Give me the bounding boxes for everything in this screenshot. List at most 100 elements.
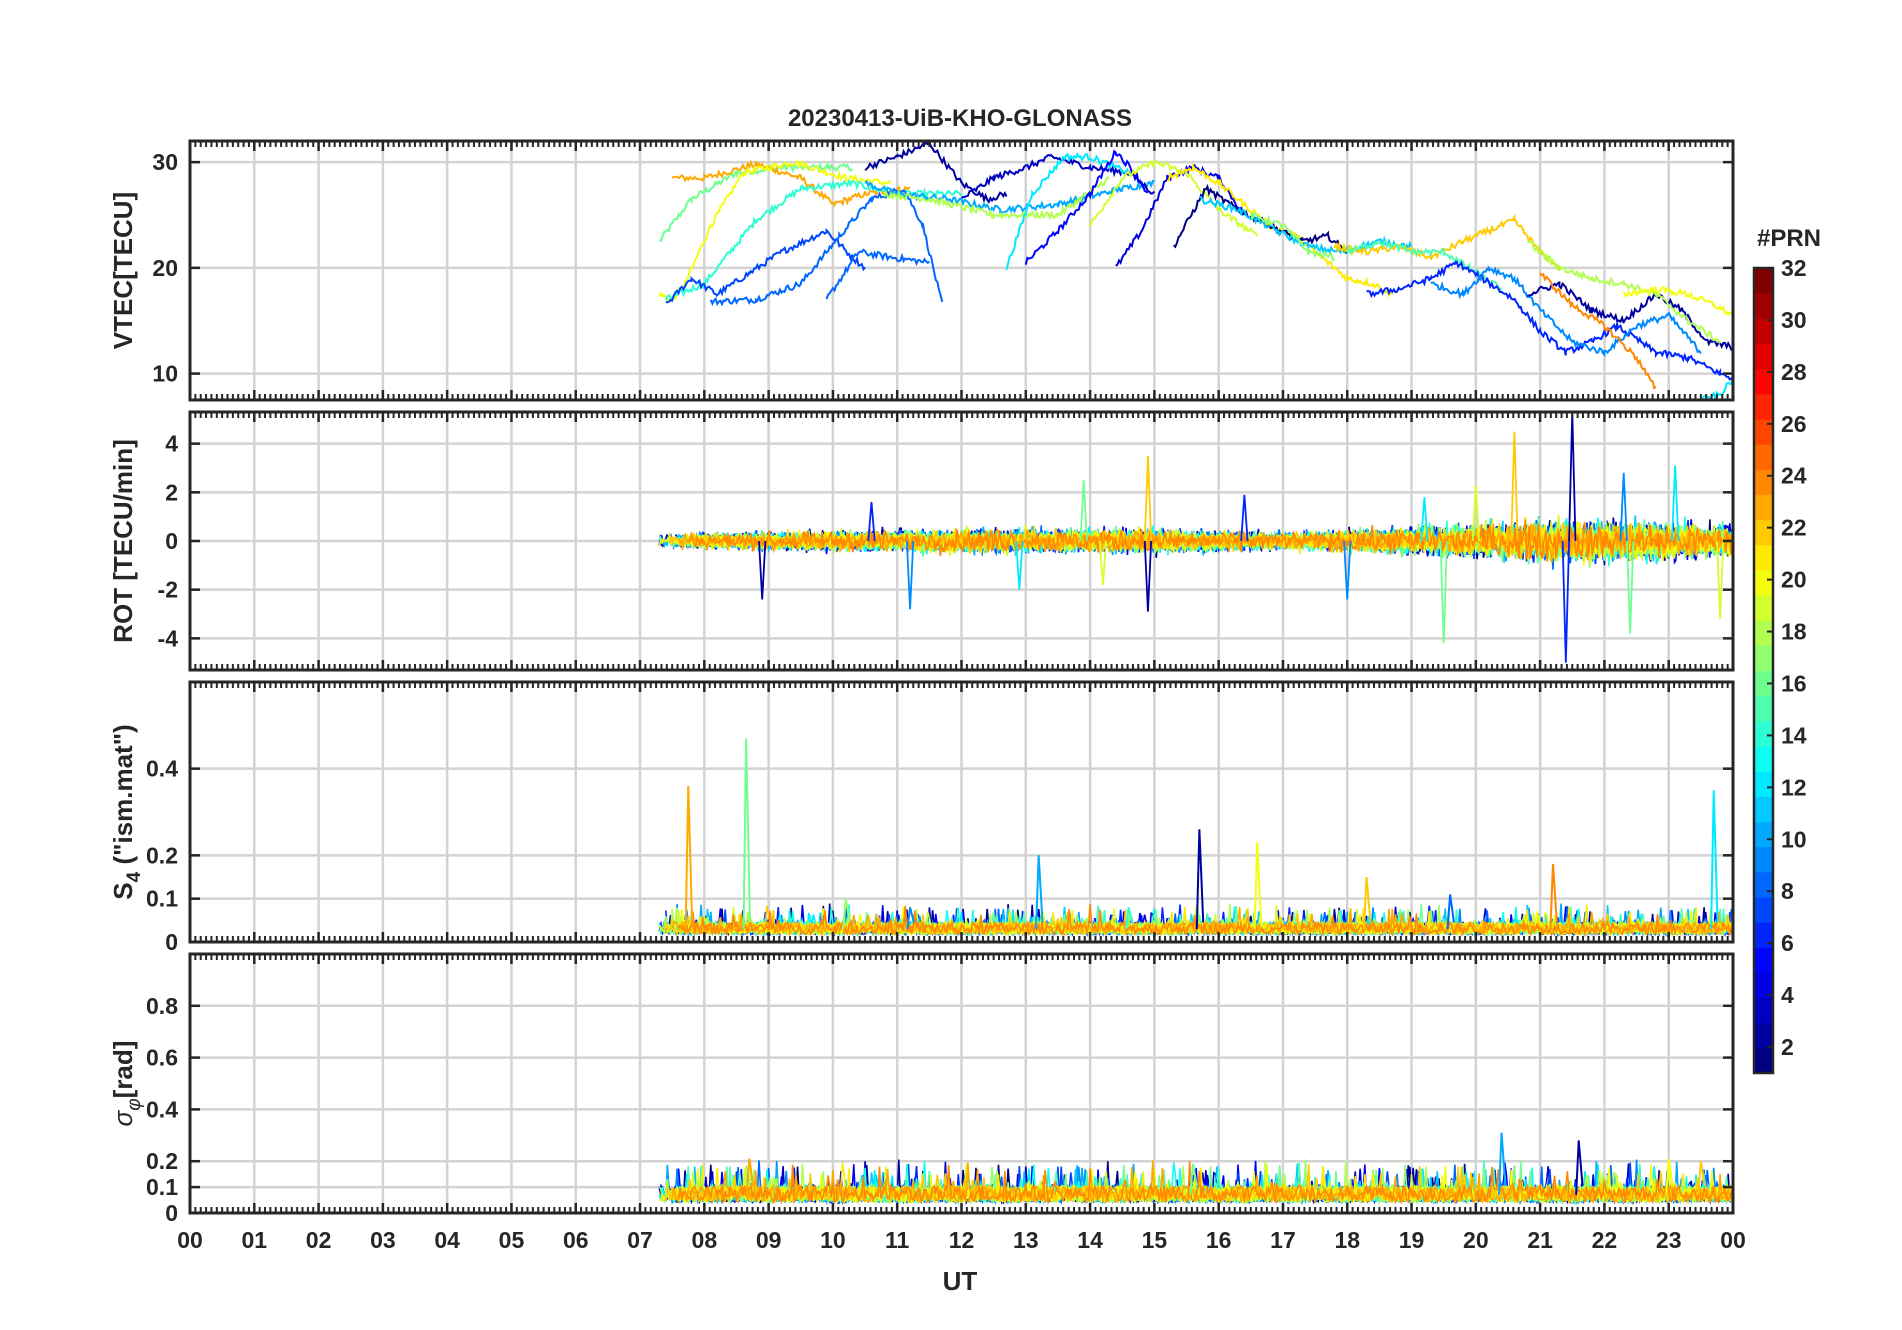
x-tick-label: 00 [177, 1227, 203, 1253]
spike [1439, 540, 1448, 644]
colorbar-swatch [1754, 519, 1773, 546]
x-tick-label: 14 [1077, 1227, 1103, 1253]
x-tick-label: 10 [820, 1227, 846, 1253]
x-tick-label: 11 [885, 1227, 910, 1253]
grid [190, 141, 1733, 400]
colorbar-title: #PRN [1757, 225, 1821, 252]
colorbar-swatch [1754, 846, 1773, 873]
colorbar-tick-label: 32 [1781, 255, 1807, 281]
x-axis: 00 01 02 03 04 05 06 07 08 09 10 11 12 13 14 15 16 17 18 19… [177, 1227, 1746, 1253]
spike [742, 738, 751, 930]
colorbar-tick-label: 18 [1781, 619, 1807, 645]
series-prn-8 [709, 187, 944, 307]
y-tick-label: 2 [165, 479, 178, 505]
x-tick-label: 13 [1013, 1227, 1039, 1253]
colorbar-swatch [1754, 947, 1773, 973]
colorbar-swatch [1754, 896, 1773, 923]
colorbar-swatch [1754, 1047, 1773, 1074]
y-tick-label: -4 [158, 625, 179, 651]
x-tick-label: 18 [1334, 1227, 1360, 1253]
y-tick-label: 20 [152, 255, 178, 281]
colorbar-tick-label: 26 [1781, 411, 1807, 437]
colorbar-swatch [1754, 620, 1773, 646]
series-group [658, 141, 1733, 400]
x-tick-label: 00 [1720, 1227, 1746, 1253]
y-tick-label: 0 [165, 929, 178, 955]
x-axis-label: UT [943, 1266, 978, 1296]
x-tick-label: 07 [627, 1227, 653, 1253]
series-group [658, 1132, 1733, 1206]
spike [1143, 540, 1153, 612]
colorbar-swatch [1754, 695, 1773, 722]
y-axis-label: ROT [TECU/min] [108, 439, 138, 643]
series-prn-8 [825, 248, 931, 300]
x-tick-label: 04 [434, 1227, 460, 1253]
x-tick-label: 08 [692, 1227, 718, 1253]
y-tick-label: 4 [165, 431, 178, 457]
y-tick-label: 0.4 [146, 1096, 178, 1122]
colorbar-swatch [1754, 720, 1773, 747]
colorbar-swatch [1754, 393, 1773, 420]
y-tick-label: 0.1 [146, 1174, 178, 1200]
series-prn-9 [1430, 265, 1702, 358]
x-tick-label: 19 [1399, 1227, 1425, 1253]
x-tick-label: 17 [1270, 1227, 1296, 1253]
y-tick-label: 0.1 [146, 886, 178, 912]
series-prn-24 [1539, 272, 1657, 390]
figure: 20230413-UiB-KHO-GLONASS 102030VTEC[TECU… [108, 105, 1821, 1296]
x-tick-label: 12 [949, 1227, 975, 1253]
y-axis-label: S4 ("ism.mat") [108, 724, 145, 899]
colorbar-swatch [1754, 871, 1773, 898]
panel-s4: 0 0.1 0.2 0.4S4 ("ism.mat") [108, 680, 1735, 955]
colorbar-tick-label: 10 [1781, 826, 1807, 852]
x-tick-label: 01 [241, 1227, 267, 1253]
spike [1568, 412, 1577, 542]
grid [190, 682, 1733, 942]
colorbar-tick-label: 24 [1781, 463, 1807, 489]
x-tick-label: 22 [1592, 1227, 1618, 1253]
colorbar-swatch [1754, 745, 1773, 772]
x-tick-label: 23 [1656, 1227, 1682, 1253]
y-tick-label: 0.2 [146, 1148, 178, 1174]
colorbar-swatch [1754, 796, 1773, 823]
panels: 102030VTEC[TECU]-4-2024ROT [TECU/min]00.… [108, 139, 1735, 1226]
colorbar-swatch [1754, 821, 1773, 848]
x-tick-label: 15 [1142, 1227, 1168, 1253]
y-tick-label: 10 [152, 361, 178, 387]
y-tick-label: 30 [152, 149, 178, 175]
colorbar-tick-label: 4 [1781, 982, 1794, 1008]
colorbar-swatch [1754, 418, 1773, 445]
panel-sigma_phi: 00.10.2 0.4 0.6 0.8σφ[rad] [108, 952, 1735, 1226]
y-axis-label: σφ[rad] [108, 1041, 145, 1127]
colorbar-tick-label: 30 [1781, 307, 1807, 333]
colorbar-tick-label: 16 [1781, 670, 1807, 696]
series-prn-6 [1366, 260, 1733, 382]
y-axis-label: VTEC[TECU] [108, 192, 138, 349]
colorbar-tick-label: 14 [1781, 722, 1807, 748]
colorbar-swatch [1754, 318, 1773, 345]
colorbar: 2468101214161820222426283032#PRN [1752, 225, 1821, 1075]
colorbar-swatch [1754, 343, 1773, 370]
y-tick-label: 0.2 [146, 842, 178, 868]
y-tick-label: 0.4 [146, 756, 178, 782]
colorbar-swatch [1754, 645, 1773, 672]
y-tick-label: 0.8 [146, 993, 178, 1019]
x-tick-label: 16 [1206, 1227, 1232, 1253]
series-prn-16 [659, 161, 853, 242]
colorbar-swatch [1754, 469, 1773, 496]
spike [1561, 540, 1570, 663]
spike [1710, 790, 1719, 930]
colorbar-swatch [1754, 494, 1773, 521]
colorbar-swatch [1754, 268, 1773, 294]
x-tick-label: 05 [499, 1227, 525, 1253]
x-tick-label: 03 [370, 1227, 396, 1253]
colorbar-tick-label: 2 [1781, 1034, 1794, 1060]
series-group [658, 412, 1733, 663]
colorbar-tick-label: 12 [1781, 774, 1807, 800]
colorbar-tick-label: 8 [1781, 878, 1794, 904]
x-tick-label: 06 [563, 1227, 589, 1253]
colorbar-swatch [1754, 997, 1773, 1024]
y-tick-label: 0.6 [146, 1045, 178, 1071]
colorbar-swatch [1754, 293, 1773, 319]
panel-rot: -4 -2 0 2 4 ROT [TECU/min] [108, 410, 1735, 672]
